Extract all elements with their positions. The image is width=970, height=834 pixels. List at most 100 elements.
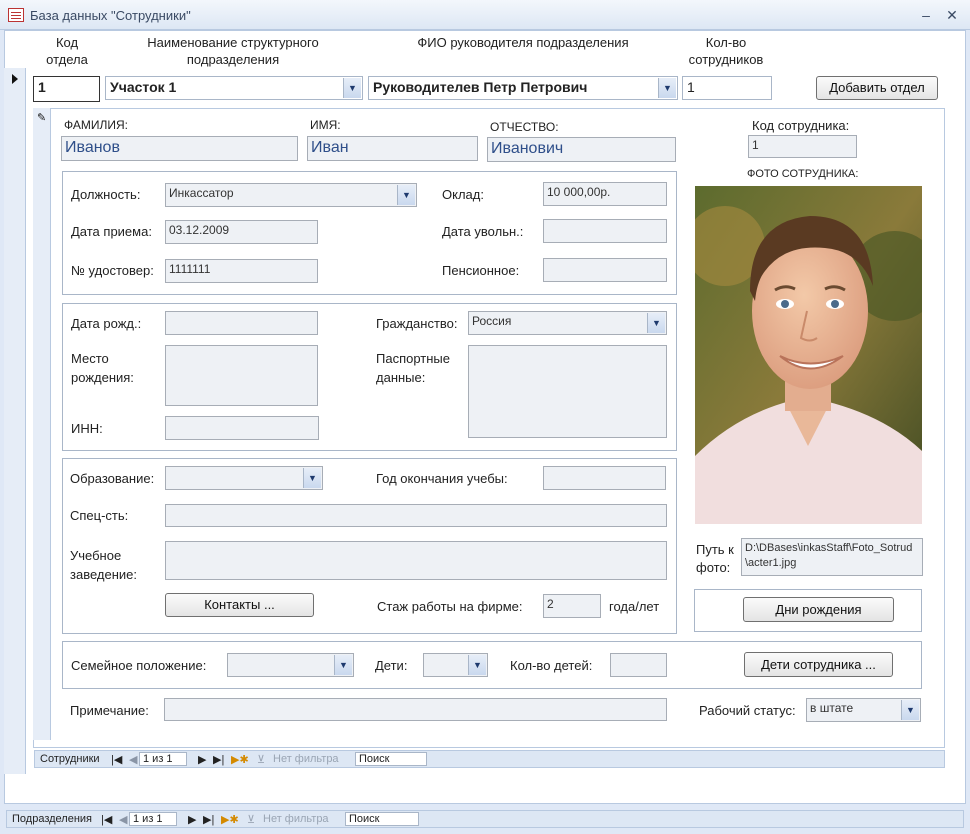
specialty-field[interactable] <box>165 504 667 527</box>
chevron-down-icon[interactable]: ▼ <box>397 185 415 205</box>
birthplace-label: Место рождения: <box>71 351 134 385</box>
children-count-label: Кол-во детей: <box>510 658 593 673</box>
education-label: Образование: <box>70 471 155 486</box>
chevron-down-icon[interactable]: ▼ <box>468 655 486 675</box>
employees-nav-bar: Сотрудники |◀ ◀ 1 из 1 ▶ ▶| ▶✱ ⊻ Нет фил… <box>34 750 945 768</box>
filter-icon[interactable]: ⊻ <box>247 813 255 826</box>
id-field[interactable]: 1111111 <box>165 259 318 283</box>
last-record-icon[interactable]: ▶| <box>213 753 224 766</box>
marital-select[interactable]: ▼ <box>227 653 354 677</box>
chevron-down-icon[interactable]: ▼ <box>303 468 321 488</box>
prev-record-icon[interactable]: ◀ <box>119 813 127 826</box>
salary-field[interactable]: 10 000,00р. <box>543 182 667 206</box>
chevron-down-icon[interactable]: ▼ <box>647 313 665 333</box>
form-icon <box>8 8 24 22</box>
passport-label: Паспортные данные: <box>376 351 450 385</box>
firstname-field[interactable]: Иван <box>307 136 478 161</box>
children-count-field[interactable] <box>610 653 667 677</box>
status-value: в штате <box>810 701 854 715</box>
chevron-down-icon[interactable]: ▼ <box>334 655 352 675</box>
chevron-down-icon[interactable]: ▼ <box>658 78 676 98</box>
citizenship-value: Россия <box>472 314 512 328</box>
birth-date-field[interactable] <box>165 311 318 335</box>
record-number-field[interactable]: 1 из 1 <box>139 752 187 766</box>
departments-nav-bar: Подразделения |◀ ◀ 1 из 1 ▶ ▶| ▶✱ ⊻ Нет … <box>6 810 964 828</box>
minimize-button[interactable]: – <box>916 6 936 24</box>
grad-year-label: Год окончания учебы: <box>376 471 508 486</box>
position-label: Должность: <box>71 187 141 202</box>
inn-field[interactable] <box>165 416 319 440</box>
children-select[interactable]: ▼ <box>423 653 488 677</box>
children-label: Дети: <box>375 658 408 673</box>
contacts-button[interactable]: Контакты ... <box>165 593 314 617</box>
birthplace-field[interactable] <box>165 345 318 406</box>
tenure-field[interactable]: 2 <box>543 594 601 618</box>
status-label: Рабочий статус: <box>699 703 796 718</box>
add-dept-button[interactable]: Добавить отдел <box>816 76 938 100</box>
dept-name-value: Участок 1 <box>110 79 177 95</box>
pension-field[interactable] <box>543 258 667 282</box>
header-dept-name: Наименование структурного подразделения <box>147 35 319 67</box>
dept-head-select[interactable]: Руководителев Петр Петрович ▼ <box>368 76 678 100</box>
chevron-down-icon[interactable]: ▼ <box>343 78 361 98</box>
record-number-field[interactable]: 1 из 1 <box>129 812 177 826</box>
new-record-icon[interactable]: ▶✱ <box>231 753 249 766</box>
employee-photo <box>695 186 922 524</box>
citizenship-select[interactable]: Россия ▼ <box>468 311 667 335</box>
education-select[interactable]: ▼ <box>165 466 323 490</box>
note-field[interactable] <box>164 698 667 721</box>
no-filter-button[interactable]: Нет фильтра <box>263 813 329 825</box>
school-field[interactable] <box>165 541 667 580</box>
dept-code-field[interactable]: 1 <box>33 76 100 102</box>
next-record-icon[interactable]: ▶ <box>188 813 196 826</box>
fire-date-label: Дата увольн.: <box>442 224 524 239</box>
chevron-down-icon[interactable]: ▼ <box>901 700 919 720</box>
nav-label: Сотрудники <box>40 753 100 765</box>
search-field[interactable]: Поиск <box>355 752 427 766</box>
edit-pencil-icon: ✎ <box>37 112 47 124</box>
fire-date-field[interactable] <box>543 219 667 243</box>
hire-date-label: Дата приема: <box>71 224 152 239</box>
status-select[interactable]: в штате ▼ <box>806 698 921 722</box>
id-label: № удостовер: <box>71 263 154 278</box>
header-dept-head: ФИО руководителя подразделения <box>417 35 629 50</box>
position-select[interactable]: Инкассатор ▼ <box>165 183 417 207</box>
firstname-label: ИМЯ: <box>310 118 341 132</box>
subform-record-selector[interactable] <box>33 108 51 740</box>
filter-icon[interactable]: ⊻ <box>257 753 265 766</box>
salary-label: Оклад: <box>442 187 484 202</box>
grad-year-field[interactable] <box>543 466 666 490</box>
employee-code-label: Код сотрудника: <box>752 118 850 133</box>
search-field[interactable]: Поиск <box>345 812 419 826</box>
birth-date-label: Дата рожд.: <box>71 316 142 331</box>
dept-name-select[interactable]: Участок 1 ▼ <box>105 76 363 100</box>
first-record-icon[interactable]: |◀ <box>101 813 112 826</box>
position-value: Инкассатор <box>169 186 234 200</box>
nav-label: Подразделения <box>12 813 92 825</box>
employee-code-field[interactable]: 1 <box>748 135 857 158</box>
hire-date-field[interactable]: 03.12.2009 <box>165 220 318 244</box>
marital-label: Семейное положение: <box>71 658 207 673</box>
lastname-field[interactable]: Иванов <box>61 136 298 161</box>
pension-label: Пенсионное: <box>442 263 520 278</box>
citizenship-label: Гражданство: <box>376 316 458 331</box>
no-filter-button[interactable]: Нет фильтра <box>273 753 339 765</box>
window-title: База данных "Сотрудники" <box>30 8 191 23</box>
children-button[interactable]: Дети сотрудника ... <box>744 652 893 677</box>
passport-field[interactable] <box>468 345 667 438</box>
lastname-label: ФАМИЛИЯ: <box>64 118 128 132</box>
birthdays-button[interactable]: Дни рождения <box>743 597 894 622</box>
prev-record-icon[interactable]: ◀ <box>129 753 137 766</box>
last-record-icon[interactable]: ▶| <box>203 813 214 826</box>
photo-path-field[interactable]: D:\DBases\inkasStaff\Foto_Sotrud\acter1.… <box>741 538 923 576</box>
header-employee-count: Кол-во сотрудников <box>688 35 764 67</box>
patronymic-field[interactable]: Иванович <box>487 137 676 162</box>
first-record-icon[interactable]: |◀ <box>111 753 122 766</box>
employee-count-field[interactable]: 1 <box>682 76 772 100</box>
record-selector[interactable] <box>4 68 26 774</box>
photo-path-label: Путь к фото: <box>696 542 734 575</box>
tenure-label: Стаж работы на фирме: <box>377 599 523 614</box>
new-record-icon[interactable]: ▶✱ <box>221 813 239 826</box>
next-record-icon[interactable]: ▶ <box>198 753 206 766</box>
close-button[interactable]: ✕ <box>942 6 962 24</box>
